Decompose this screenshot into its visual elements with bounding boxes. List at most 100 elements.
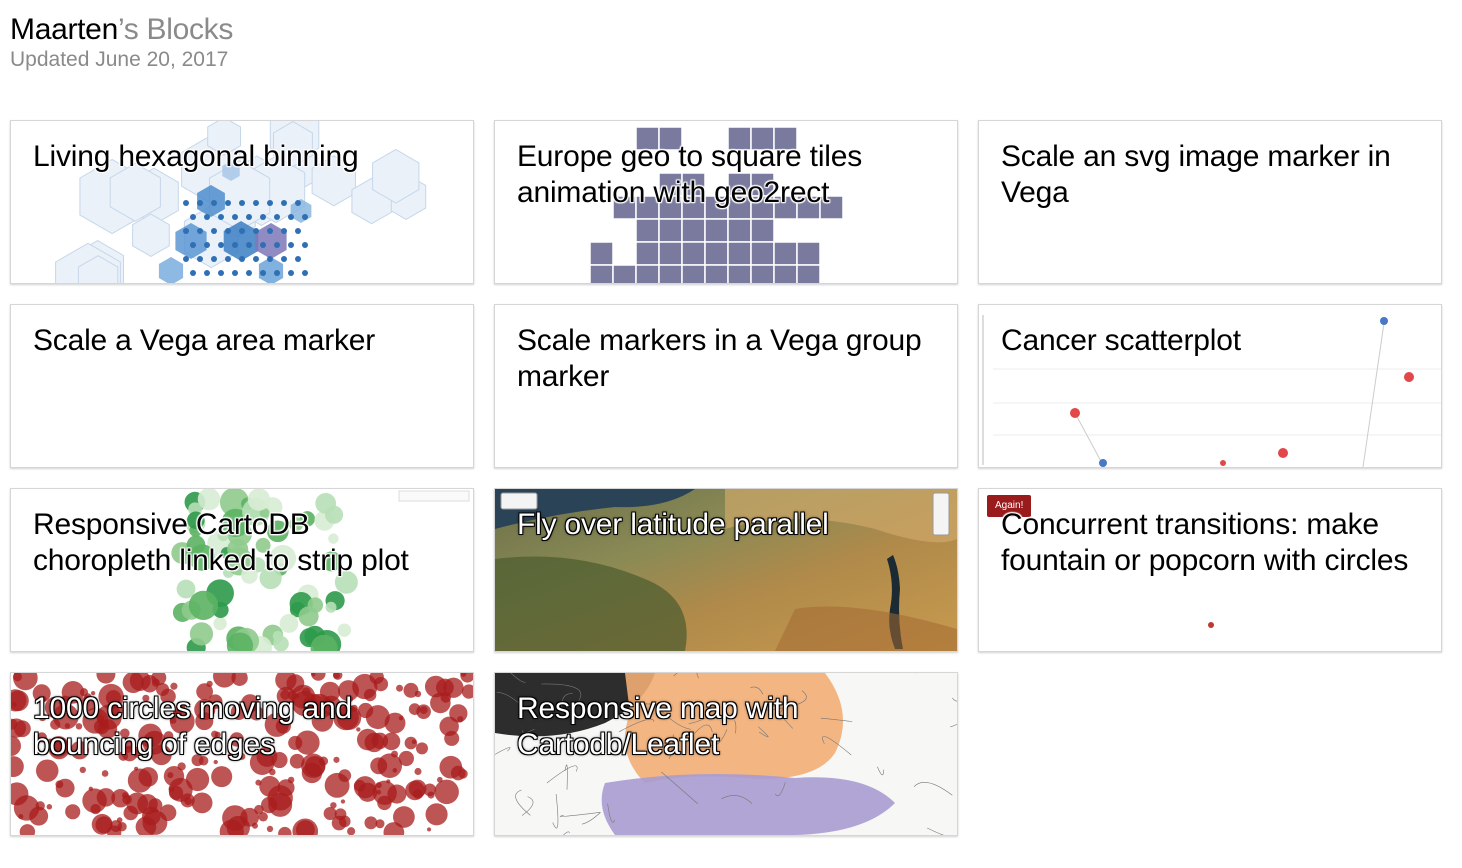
updated-date: Updated June 20, 2017 [10, 48, 229, 71]
map-tile [727, 241, 752, 266]
moving-circle [88, 786, 93, 792]
moving-circle [65, 804, 81, 820]
map-region [325, 601, 337, 613]
hex-dot [225, 200, 231, 206]
moving-circle [101, 770, 109, 777]
block-card-responsive-map-cartodb-leaflet[interactable]: Responsive map with Cartodb/Leaflet [494, 672, 958, 836]
block-title: Concurrent transitions: make fountain or… [1001, 508, 1409, 577]
hex-dot [295, 228, 301, 234]
block-card-cancer-scatterplot[interactable]: Cancer scatterplot [978, 304, 1442, 468]
moving-circle [11, 701, 17, 707]
hex-dot [288, 242, 294, 248]
block-title: Fly over latitude parallel [517, 508, 829, 541]
site-title-suffix: ’s Blocks [117, 13, 234, 46]
scatter-point [1070, 408, 1080, 418]
moving-circle [376, 789, 382, 795]
hex-dot [302, 270, 308, 276]
hex-dot [246, 242, 252, 248]
hex-dot [302, 242, 308, 248]
block-card-1000-circles[interactable]: 1000 circles moving and bouncing of edge… [10, 672, 474, 836]
map-tile [635, 264, 660, 283]
map-tile [612, 264, 637, 283]
moving-circle [138, 767, 159, 787]
map-tile [727, 264, 752, 283]
moving-circle [159, 804, 177, 821]
moving-circle [168, 785, 175, 792]
scatter-point [1220, 460, 1226, 466]
block-card-scale-vega-area-marker[interactable]: Scale a Vega area marker [10, 304, 474, 468]
hex-dot [260, 214, 266, 220]
moving-circle [460, 673, 473, 683]
moving-circle [35, 801, 45, 811]
moving-circle [340, 799, 346, 804]
moving-circle [408, 779, 427, 798]
site-title[interactable]: Maarten’s Blocks [10, 12, 233, 48]
moving-circle [13, 673, 38, 691]
map-tile [658, 218, 683, 243]
moving-circle [287, 776, 295, 784]
block-card-responsive-cartodb-choropleth[interactable]: Responsive CartoDB choropleth linked to … [10, 488, 474, 652]
hex-dot [295, 200, 301, 206]
moving-circle [140, 675, 159, 693]
block-card-fly-over-latitude-parallel[interactable]: Fly over latitude parallel [494, 488, 958, 652]
hex-dot [239, 200, 245, 206]
hex-dot [232, 214, 238, 220]
hex-dot [281, 256, 287, 262]
hex-dot [274, 242, 280, 248]
block-title: Scale a Vega area marker [33, 324, 376, 357]
map-tile [681, 241, 706, 266]
hex-dot [225, 256, 231, 262]
hex-dot [211, 256, 217, 262]
hex-dot [239, 228, 245, 234]
map-tile [658, 264, 683, 283]
hex-dot [267, 228, 273, 234]
moving-circle [373, 676, 389, 692]
block-card-scale-svg-image-marker[interactable]: Scale an svg image marker in Vega [978, 120, 1442, 284]
block-card-europe-square-tiles[interactable]: Europe geo to square tiles animation wit… [494, 120, 958, 284]
hex-dot [246, 270, 252, 276]
hex-dot [267, 256, 273, 262]
map-region [279, 614, 299, 633]
moving-circle [79, 766, 86, 774]
hex-dot [253, 200, 259, 206]
purple-region [601, 774, 895, 835]
hex-dot [204, 242, 210, 248]
moving-circle [211, 766, 233, 788]
hex-dot [253, 256, 259, 262]
popcorn-circle [1208, 622, 1214, 628]
hex-dot [295, 256, 301, 262]
hex-dot [281, 200, 287, 206]
map-tile [635, 218, 660, 243]
map-tile [773, 264, 798, 283]
hexagon [158, 257, 184, 283]
block-card-concurrent-transitions[interactable]: Again! Concurrent transitions: make foun… [978, 488, 1442, 652]
moving-circle [278, 826, 292, 835]
block-card-scale-markers-vega-group[interactable]: Scale markers in a Vega group marker [494, 304, 958, 468]
map-tile [704, 218, 729, 243]
block-card-living-hexagonal-binning[interactable]: Living hexagonal binning [10, 120, 474, 284]
moving-circle [259, 775, 281, 797]
hex-dot [239, 256, 245, 262]
moving-circle [213, 673, 236, 688]
map-tile [727, 218, 752, 243]
moving-circle [266, 825, 274, 833]
hex-dot [288, 214, 294, 220]
map-search-box [398, 490, 470, 502]
map-tile [796, 264, 821, 283]
hex-dot [218, 270, 224, 276]
scatter-link [1074, 412, 1104, 466]
hex-dot [211, 200, 217, 206]
hex-dot [253, 228, 259, 234]
map-tile [681, 264, 706, 283]
hex-dot [274, 214, 280, 220]
moving-circle [11, 736, 21, 756]
map-region [307, 597, 324, 613]
hex-dot [218, 242, 224, 248]
block-title: Responsive CartoDB choropleth linked to … [33, 508, 409, 577]
hex-dot [197, 200, 203, 206]
hexagon [132, 213, 170, 257]
moving-circle [96, 673, 116, 684]
map-region [189, 622, 214, 646]
moving-circle [163, 765, 185, 787]
hex-dot [183, 256, 189, 262]
